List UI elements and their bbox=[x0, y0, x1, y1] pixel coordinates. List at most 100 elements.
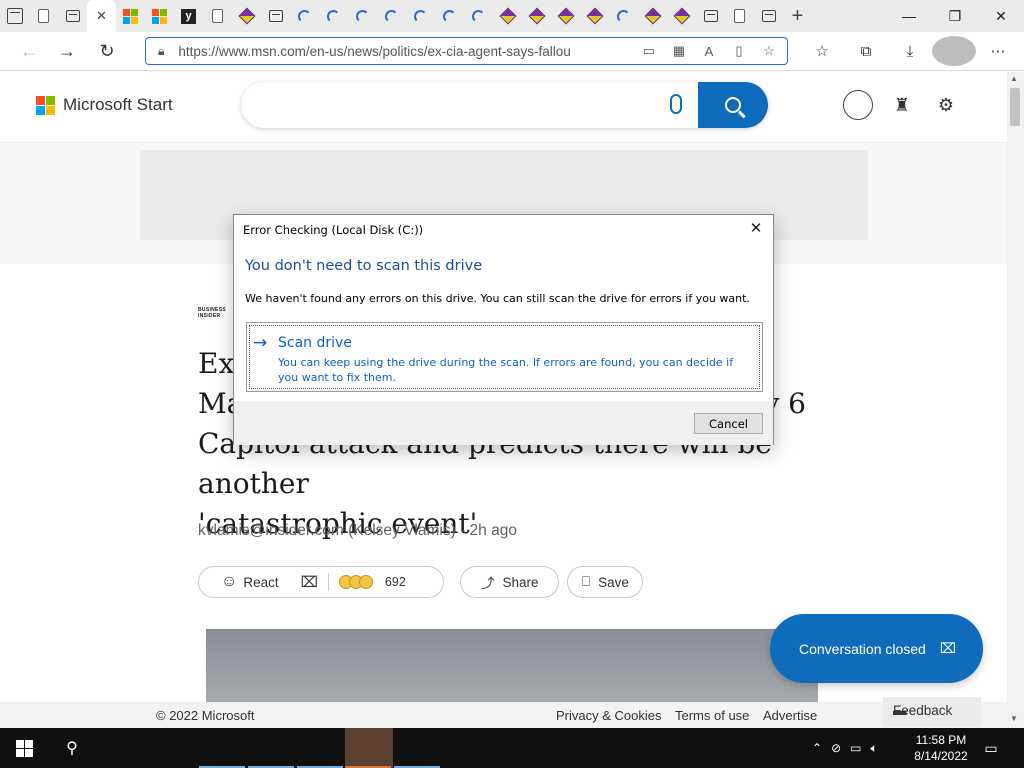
feedback-button[interactable]: ▬ Feedback bbox=[883, 697, 981, 727]
scrollbar-thumb[interactable] bbox=[1010, 88, 1020, 126]
tab-diamond-3[interactable] bbox=[522, 0, 551, 32]
tab-diamond-5[interactable] bbox=[580, 0, 609, 32]
taskbar-clock[interactable]: 11:58 PM 8/14/2022 bbox=[910, 732, 972, 764]
reaction-count[interactable]: 692 bbox=[385, 575, 406, 589]
conversation-label: Conversation closed bbox=[799, 640, 926, 657]
network-icon[interactable]: ▭ bbox=[850, 741, 861, 755]
tab-window-2[interactable] bbox=[261, 0, 290, 32]
conversation-button[interactable]: Conversation closed ⌧ bbox=[770, 614, 983, 683]
tab-blank-1[interactable] bbox=[29, 0, 58, 32]
tab-diamond-1[interactable] bbox=[232, 0, 261, 32]
tab-blank-3[interactable] bbox=[725, 0, 754, 32]
favorites-icon[interactable]: ☆ bbox=[800, 36, 844, 66]
publisher-logo[interactable]: BUSINESS INSIDER bbox=[198, 307, 226, 319]
terms-link[interactable]: Terms of use bbox=[675, 708, 749, 723]
tab-diamond-7[interactable] bbox=[667, 0, 696, 32]
read-aloud-icon[interactable]: A bbox=[699, 41, 719, 61]
save-button[interactable]: ⎕ Save bbox=[567, 566, 643, 598]
close-window-button[interactable]: ✕ bbox=[978, 0, 1024, 32]
error-checking-dialog: Error Checking (Local Disk (C:)) ✕ You d… bbox=[233, 214, 774, 445]
scan-drive-label: Scan drive bbox=[278, 335, 352, 351]
scan-drive-option[interactable]: → Scan drive You can keep using the driv… bbox=[246, 322, 763, 392]
add-favorite-icon[interactable]: ☆ bbox=[759, 41, 779, 61]
forward-button[interactable]: → bbox=[50, 36, 84, 66]
tab-diamond-2[interactable] bbox=[493, 0, 522, 32]
tab-active[interactable]: ✕ bbox=[87, 0, 116, 32]
loading-icon bbox=[298, 9, 311, 23]
tab-loading-4[interactable] bbox=[377, 0, 406, 32]
taskbar-app-5[interactable] bbox=[394, 728, 442, 768]
site-search[interactable] bbox=[241, 82, 768, 128]
sign-in-button[interactable] bbox=[843, 90, 873, 120]
tab-actions-button[interactable] bbox=[0, 0, 29, 32]
search-button[interactable] bbox=[698, 82, 768, 128]
tab-loading-7[interactable] bbox=[464, 0, 493, 32]
lock-icon[interactable]: 🔒︎ bbox=[158, 44, 164, 59]
tab-actions-icon bbox=[6, 8, 23, 24]
qr-code-icon[interactable]: ▦ bbox=[669, 41, 689, 61]
network-disabled-icon[interactable]: ⊘ bbox=[831, 741, 841, 755]
chevron-up-icon[interactable]: ⌃ bbox=[812, 741, 822, 755]
comments-off-icon[interactable]: ⌧ bbox=[301, 573, 318, 591]
volume-icon[interactable]: 🔈︎ bbox=[870, 741, 877, 756]
tab-window-4[interactable] bbox=[754, 0, 783, 32]
cancel-button[interactable]: Cancel bbox=[694, 413, 763, 434]
tab-loading-6[interactable] bbox=[435, 0, 464, 32]
emoji-icon bbox=[358, 575, 373, 589]
url-text[interactable]: https://www.msn.com/en-us/news/politics/… bbox=[178, 44, 578, 59]
restore-button[interactable]: ❐ bbox=[932, 0, 978, 32]
app-available-icon[interactable]: ▭ bbox=[639, 41, 659, 61]
microphone-icon[interactable] bbox=[670, 94, 682, 114]
taskbar-app-1[interactable] bbox=[199, 728, 247, 768]
profile-button[interactable] bbox=[932, 36, 976, 66]
rewards-icon[interactable]: ♜ bbox=[887, 90, 917, 120]
address-bar[interactable]: 🔒︎ https://www.msn.com/en-us/news/politi… bbox=[145, 37, 788, 65]
share-button[interactable]: ⤴ Share bbox=[460, 566, 559, 598]
tab-diamond-4[interactable] bbox=[551, 0, 580, 32]
taskbar-search-button[interactable]: ⚲ bbox=[48, 728, 96, 768]
dialog-message: We haven't found any errors on this driv… bbox=[245, 292, 750, 305]
site-logo[interactable]: Microsoft Start bbox=[36, 95, 173, 115]
tab-blank-2[interactable] bbox=[203, 0, 232, 32]
taskbar-app-2[interactable] bbox=[248, 728, 296, 768]
back-button[interactable]: ← bbox=[12, 36, 46, 66]
scroll-down-icon[interactable]: ▼ bbox=[1010, 714, 1018, 723]
tab-loading-1[interactable] bbox=[290, 0, 319, 32]
downloads-icon[interactable]: ⤓ bbox=[888, 36, 932, 66]
privacy-link[interactable]: Privacy & Cookies bbox=[556, 708, 661, 723]
page-icon bbox=[212, 9, 223, 23]
tab-loading-3[interactable] bbox=[348, 0, 377, 32]
refresh-button[interactable]: ↻ bbox=[90, 36, 124, 66]
tab-diamond-6[interactable] bbox=[638, 0, 667, 32]
tab-loading-2[interactable] bbox=[319, 0, 348, 32]
dialog-close-button[interactable]: ✕ bbox=[747, 219, 765, 237]
dialog-footer: Cancel bbox=[234, 401, 773, 445]
tab-window-3[interactable] bbox=[696, 0, 725, 32]
dialog-heading: You don't need to scan this drive bbox=[245, 258, 483, 274]
react-emoji-icon[interactable]: ☺ bbox=[221, 573, 237, 591]
scroll-up-icon[interactable]: ▲ bbox=[1010, 74, 1018, 83]
taskbar-app-3[interactable] bbox=[297, 728, 345, 768]
tab-loading-5[interactable] bbox=[406, 0, 435, 32]
start-button[interactable] bbox=[0, 728, 48, 768]
minimize-button[interactable]: — bbox=[886, 0, 932, 32]
tab-yahoo[interactable]: y bbox=[174, 0, 203, 32]
page-scrollbar[interactable]: ▲ ▼ bbox=[1007, 72, 1024, 728]
collections-icon[interactable]: ⧉ bbox=[844, 36, 888, 66]
avatar bbox=[932, 36, 976, 66]
browser-toolbar: ← → ↻ 🔒︎ https://www.msn.com/en-us/news/… bbox=[0, 32, 1024, 71]
more-menu-icon[interactable]: ⋯ bbox=[976, 36, 1020, 66]
settings-gear-icon[interactable]: ⚙ bbox=[931, 90, 961, 120]
tab-msn-2[interactable] bbox=[145, 0, 174, 32]
search-input[interactable] bbox=[261, 94, 641, 113]
new-tab-button[interactable]: + bbox=[783, 0, 812, 32]
tab-msn-1[interactable] bbox=[116, 0, 145, 32]
taskbar-app-active[interactable] bbox=[345, 728, 393, 768]
tab-window-1[interactable] bbox=[58, 0, 87, 32]
tab-loading-8[interactable] bbox=[609, 0, 638, 32]
tab-close-icon[interactable]: ✕ bbox=[96, 8, 107, 24]
react-button[interactable]: React bbox=[243, 575, 278, 590]
immersive-reader-icon[interactable]: ▯ bbox=[729, 41, 749, 61]
notifications-icon[interactable]: ▭ bbox=[980, 738, 1002, 758]
advertise-link[interactable]: Advertise bbox=[763, 708, 817, 723]
